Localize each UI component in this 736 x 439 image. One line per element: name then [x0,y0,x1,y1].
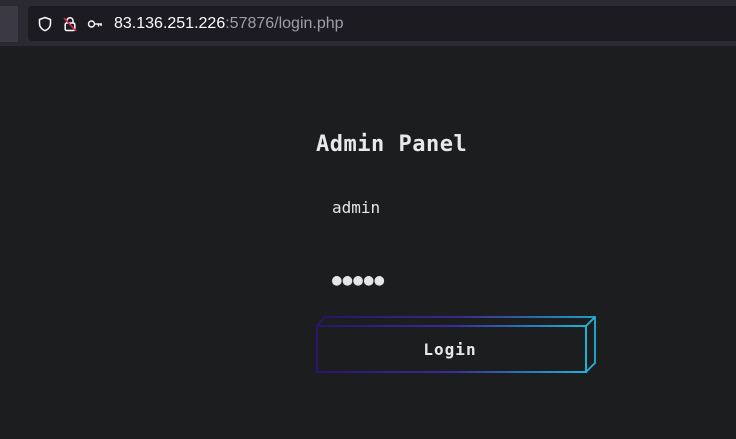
login-button[interactable]: Login [315,316,597,374]
shield-icon[interactable] [37,16,53,32]
page-content: Admin Panel Login [0,46,736,439]
password-input[interactable] [316,263,556,295]
url-host: 83.136.251.226 [114,14,226,32]
browser-toolbar: 83.136.251.226:57876/login.php [0,0,736,46]
url-path: :57876/login.php [225,14,344,32]
page-title: Admin Panel [316,132,468,157]
lock-slash-icon[interactable] [62,16,78,32]
address-bar[interactable]: 83.136.251.226:57876/login.php [28,6,736,41]
username-input[interactable] [316,191,556,223]
url-text[interactable]: 83.136.251.226:57876/login.php [114,15,344,33]
toolbar-edge [0,6,18,42]
key-icon[interactable] [87,16,103,32]
login-button-label: Login [423,340,477,359]
